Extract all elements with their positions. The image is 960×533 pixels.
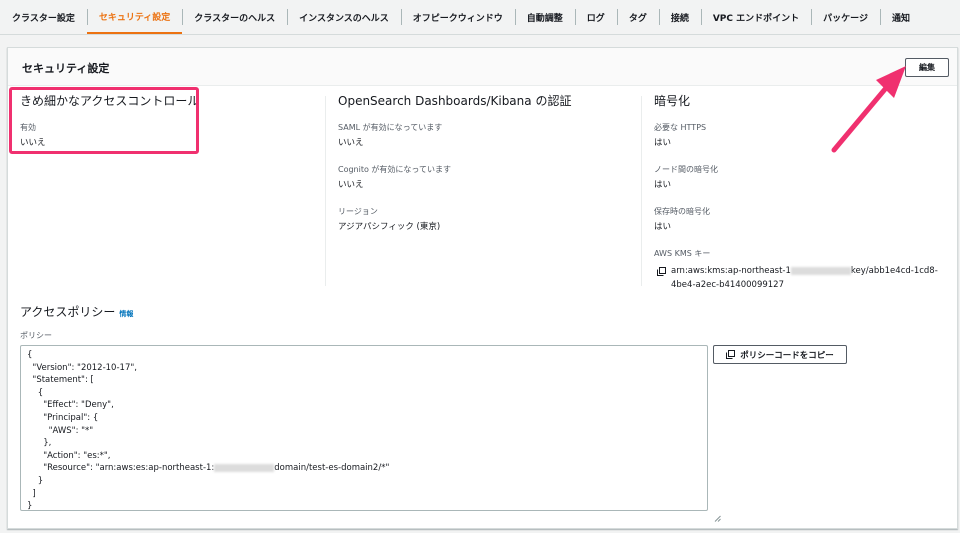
rest-encryption-label: 保存時の暗号化	[654, 207, 710, 216]
tab-item[interactable]: 接続	[658, 0, 701, 34]
tab-item[interactable]: タグ	[616, 0, 659, 34]
panel-header: セキュリティ設定 編集	[8, 48, 957, 86]
tab-item[interactable]: クラスター設定	[0, 0, 87, 34]
tab-item[interactable]: セキュリティ設定	[86, 0, 183, 34]
tab-item[interactable]: インスタンスのヘルス	[287, 0, 401, 34]
policy-textarea[interactable]: { "Version": "2012-10-17", "Statement": …	[20, 345, 722, 522]
arrow-annotation-icon	[831, 66, 906, 153]
dashboards-auth-section: OpenSearch Dashboards/Kibana の認証 SAML が有…	[338, 94, 628, 249]
tab-item[interactable]: パッケージ	[811, 0, 880, 34]
kms-key-label: AWS KMS キー	[654, 249, 711, 258]
policy-label: ポリシー	[20, 331, 52, 340]
region-value: アジアパシフィック (東京)	[338, 222, 441, 232]
node-encryption-label: ノード間の暗号化	[654, 165, 718, 174]
highlight-annotation	[9, 87, 199, 154]
copy-icon	[726, 350, 736, 359]
redacted-account-id	[214, 463, 275, 472]
policy-text-before: { "Version": "2012-10-17", "Statement": …	[27, 350, 215, 474]
tab-item[interactable]: 通知	[879, 0, 922, 34]
panel-title: セキュリティ設定	[22, 62, 110, 75]
tab-item[interactable]: ログ	[574, 0, 617, 34]
cognito-value: いいえ	[338, 180, 364, 190]
edit-button[interactable]: 編集	[905, 58, 949, 77]
copy-icon[interactable]	[657, 267, 666, 281]
info-link[interactable]: 情報	[119, 310, 133, 318]
saml-label: SAML が有効になっています	[338, 123, 443, 132]
region-label: リージョン	[338, 207, 378, 216]
column-divider	[641, 96, 642, 286]
resize-grip-icon[interactable]	[698, 501, 722, 522]
saml-value: いいえ	[338, 138, 364, 148]
dashboards-auth-heading: OpenSearch Dashboards/Kibana の認証	[338, 94, 572, 108]
node-encryption-value: はい	[654, 180, 672, 190]
copy-policy-label: ポリシーコードをコピー	[740, 350, 834, 361]
tab-item[interactable]: 自動調整	[514, 0, 575, 34]
tab-bar: クラスター設定 セキュリティ設定 クラスターのヘルス インスタンスのヘルス オフピークウ…	[0, 0, 960, 35]
kms-arn-prefix: arn:aws:kms:ap-northeast-1	[671, 266, 791, 276]
redacted-account-id	[790, 266, 851, 275]
access-policy-heading: アクセスポリシー	[20, 305, 116, 319]
rest-encryption-value: はい	[654, 222, 672, 232]
access-policy-heading-row: アクセスポリシー 情報	[20, 301, 133, 320]
column-divider	[325, 96, 326, 286]
tab-item[interactable]: オフピークウィンドウ	[400, 0, 515, 34]
copy-policy-button[interactable]: ポリシーコードをコピー	[713, 345, 847, 364]
tab-item[interactable]: クラスターのヘルス	[182, 0, 287, 34]
kms-key-value: arn:aws:kms:ap-northeast-1 key/abb1e4cd-1…	[654, 264, 939, 292]
cognito-label: Cognito が有効になっています	[338, 165, 452, 174]
tab-item[interactable]: VPC エンドポイント	[700, 0, 811, 34]
